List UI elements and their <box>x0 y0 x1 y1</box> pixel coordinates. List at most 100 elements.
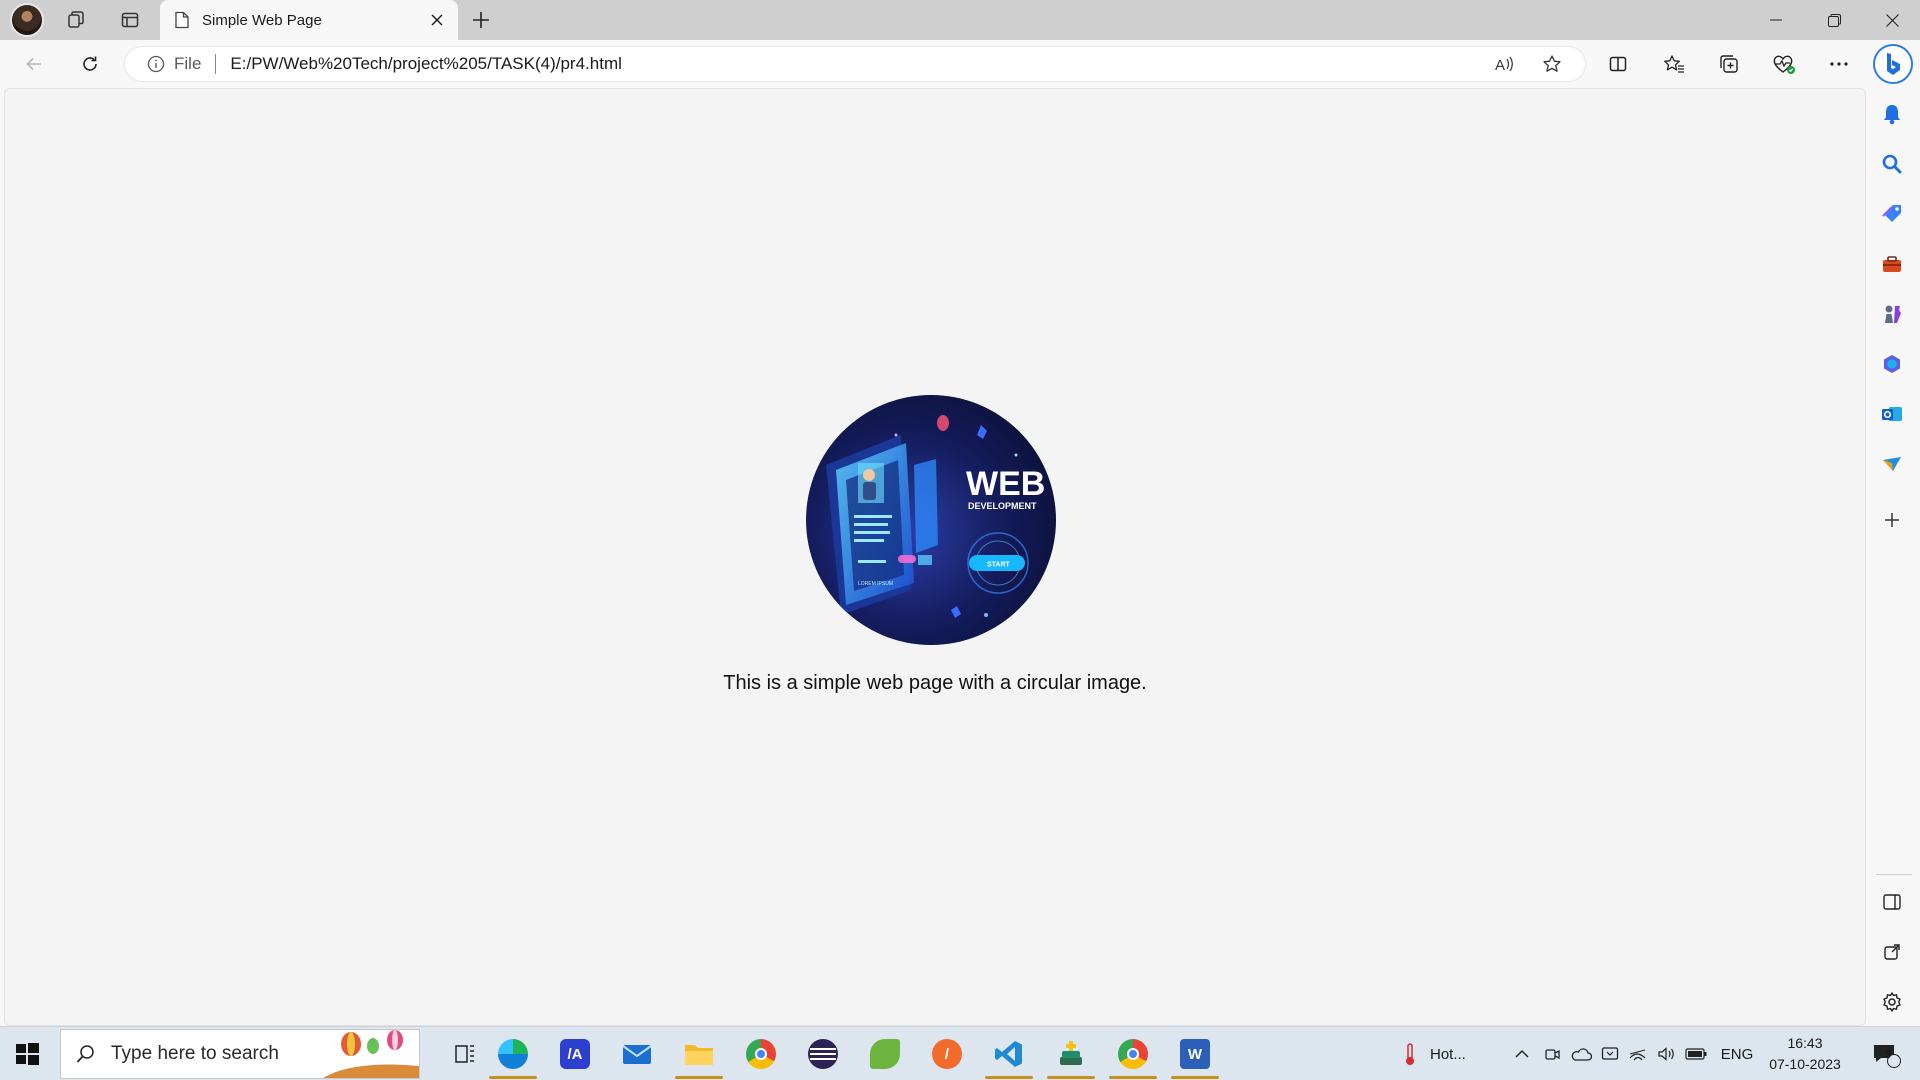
star-icon[interactable] <box>1536 48 1568 80</box>
taskbar-spring[interactable] <box>856 1031 914 1077</box>
sidebar-search-button[interactable] <box>1876 148 1908 180</box>
restore-button[interactable] <box>1806 0 1862 40</box>
paper-plane-icon <box>1883 457 1901 471</box>
close-tab-icon[interactable] <box>426 9 448 31</box>
gear-icon <box>1883 992 1901 1012</box>
active-indicator <box>489 1076 537 1079</box>
close-icon <box>1885 13 1899 27</box>
notification-count: 3 <box>1885 1049 1892 1061</box>
minimize-button[interactable] <box>1748 0 1804 40</box>
split-screen-icon <box>1609 56 1627 72</box>
show-hidden-icons[interactable] <box>1510 1027 1534 1080</box>
volume-icon[interactable] <box>1654 1027 1678 1080</box>
active-indicator <box>1109 1076 1157 1079</box>
folder-icon <box>685 1045 713 1065</box>
bing-copilot-button[interactable] <box>1873 44 1913 84</box>
chrome-icon <box>746 1039 776 1069</box>
external-link-icon <box>1884 944 1900 960</box>
pen-icon: / <box>932 1039 962 1069</box>
minimize-icon <box>1770 19 1782 21</box>
taskbar-eclipse[interactable] <box>794 1031 852 1077</box>
image-start-label: START <box>987 562 1011 569</box>
sidebar-toggle-icon <box>1883 894 1901 910</box>
url-text[interactable]: E:/PW/Web%20Tech/project%205/TASK(4)/pr4… <box>230 54 621 74</box>
image-subtitle: DEVELOPMENT <box>968 501 1037 511</box>
tools-button[interactable] <box>1876 248 1908 280</box>
hide-sidebar-button[interactable] <box>1876 886 1908 918</box>
taskbar-app-ia[interactable]: /A <box>546 1031 604 1077</box>
outlook-button[interactable] <box>1876 398 1908 430</box>
taskbar-search-box[interactable]: Type here to search <box>60 1029 420 1079</box>
refresh-button[interactable] <box>74 48 106 80</box>
read-aloud-icon[interactable]: A <box>1488 48 1520 80</box>
notification-center-button[interactable]: 3 <box>1866 1027 1906 1080</box>
spring-leaf-icon <box>870 1039 900 1069</box>
weather-icon[interactable] <box>1396 1027 1424 1080</box>
circular-image: LOREM IPSUM WEB DEVELOPMENT START <box>806 395 1056 645</box>
profile-avatar[interactable] <box>10 3 44 37</box>
vertical-tabs-button[interactable] <box>114 4 146 36</box>
tab-bar: Simple Web Page <box>0 0 1920 40</box>
taskbar-vscode[interactable] <box>980 1031 1038 1079</box>
close-window-button[interactable] <box>1864 0 1920 40</box>
taskbar-app-stack[interactable] <box>1042 1031 1100 1079</box>
favorites-button[interactable] <box>1658 48 1690 80</box>
drop-button[interactable] <box>1876 448 1908 480</box>
taskbar-edge[interactable] <box>484 1031 542 1079</box>
heart-pulse-icon <box>1773 55 1795 74</box>
page-caption: This is a simple web page with a circula… <box>723 672 1147 694</box>
address-bar[interactable]: File E:/PW/Web%20Tech/project%205/TASK(4… <box>124 46 1586 82</box>
info-icon[interactable] <box>146 54 166 74</box>
task-view-icon <box>455 1045 474 1063</box>
notifications-button[interactable] <box>1876 98 1908 130</box>
collections-button[interactable] <box>1713 48 1745 80</box>
taskbar-app-orange[interactable]: / <box>918 1031 976 1077</box>
taskbar-file-explorer[interactable] <box>670 1031 728 1079</box>
add-sidebar-app-button[interactable] <box>1876 504 1908 536</box>
start-button[interactable] <box>12 1039 42 1069</box>
onedrive-icon[interactable] <box>1568 1027 1594 1080</box>
collections-icon <box>1720 55 1738 73</box>
tab-title: Simple Web Page <box>202 11 322 29</box>
ia-writer-icon: /A <box>560 1039 590 1069</box>
microsoft-365-button[interactable] <box>1876 348 1908 380</box>
battery-icon[interactable] <box>1682 1027 1710 1080</box>
more-button[interactable] <box>1823 48 1855 80</box>
display-icon[interactable] <box>1598 1027 1622 1080</box>
windows-logo-icon <box>16 1043 39 1065</box>
tab-simple-web-page[interactable]: Simple Web Page <box>160 0 458 40</box>
meet-now-icon[interactable] <box>1540 1027 1564 1080</box>
scheme-label: File <box>174 54 202 73</box>
active-indicator <box>1047 1076 1095 1079</box>
search-icon <box>76 1045 94 1063</box>
taskbar-mail[interactable] <box>608 1031 666 1077</box>
games-button[interactable] <box>1876 298 1908 330</box>
new-tab-button[interactable] <box>465 4 497 36</box>
search-icon <box>1882 154 1902 174</box>
split-screen-button[interactable] <box>1602 48 1634 80</box>
active-indicator <box>675 1076 723 1079</box>
image-title: WEB <box>966 465 1045 503</box>
taskbar-word[interactable]: W <box>1166 1031 1224 1079</box>
language-indicator[interactable]: ENG <box>1716 1027 1758 1080</box>
eclipse-icon <box>808 1039 838 1069</box>
edge-icon <box>498 1039 528 1069</box>
taskbar-chrome[interactable] <box>732 1031 790 1077</box>
weather-text[interactable]: Hot... <box>1430 1027 1492 1080</box>
back-arrow-icon <box>26 57 41 71</box>
shopping-button[interactable] <box>1876 198 1908 230</box>
clock[interactable]: 16:43 07-10-2023 <box>1760 1033 1850 1075</box>
taskbar-chrome-profile[interactable] <box>1104 1031 1162 1079</box>
vertical-tabs-icon <box>121 12 139 28</box>
vscode-icon <box>995 1041 1022 1067</box>
wifi-icon[interactable] <box>1626 1027 1650 1080</box>
performance-button[interactable] <box>1768 48 1800 80</box>
clock-time: 16:43 <box>1787 1035 1823 1051</box>
more-icon <box>1830 62 1848 66</box>
stack-plus-icon <box>1060 1041 1082 1065</box>
workspaces-button[interactable] <box>60 4 92 36</box>
open-external-button[interactable] <box>1876 936 1908 968</box>
back-button[interactable] <box>18 48 50 80</box>
favorites-icon <box>1664 55 1684 73</box>
sidebar-settings-button[interactable] <box>1876 986 1908 1018</box>
